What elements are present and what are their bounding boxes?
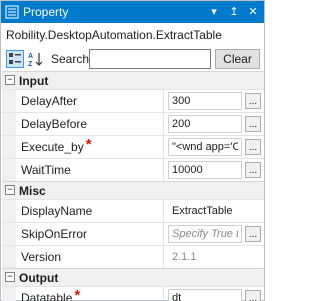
pin-icon[interactable]: ↥ xyxy=(226,3,242,21)
search-label: Search: xyxy=(51,52,93,66)
property-name-text: WaitTime xyxy=(21,163,71,177)
column-divider xyxy=(163,90,164,112)
ellipsis-button[interactable]: ... xyxy=(245,116,261,132)
property-name-text: Datatable xyxy=(21,291,73,301)
collapse-icon[interactable]: − xyxy=(5,185,15,195)
property-panel: Property ▾ ↥ ✕ Robility.DesktopAutomatio… xyxy=(0,0,265,301)
property-row-skiponerror: SkipOnError... xyxy=(2,222,264,245)
category-label: Output xyxy=(19,271,59,285)
property-row-delayafter: DelayAfter... xyxy=(2,89,264,112)
property-row-waittime: WaitTime... xyxy=(2,158,264,181)
categorized-icon xyxy=(9,53,21,64)
category-misc: − Misc xyxy=(2,181,264,199)
row-gutter xyxy=(2,246,16,268)
row-gutter xyxy=(2,136,16,158)
version-field xyxy=(168,248,242,266)
property-name-text: DisplayName xyxy=(21,204,93,218)
property-name-text: Execute_by xyxy=(21,140,84,154)
row-gutter xyxy=(2,223,16,245)
property-name-text: DelayBefore xyxy=(21,117,88,131)
column-divider xyxy=(163,223,164,245)
ellipsis-button[interactable]: ... xyxy=(245,226,261,242)
close-icon[interactable]: ✕ xyxy=(245,3,261,21)
property-toolbar: A Z Search: Clear xyxy=(1,48,264,70)
displayname-field[interactable] xyxy=(168,202,260,220)
property-name: DelayAfter xyxy=(21,94,77,108)
row-gutter xyxy=(2,90,16,112)
column-divider xyxy=(163,200,164,222)
delaybefore-field[interactable] xyxy=(168,115,242,133)
property-name: DelayBefore xyxy=(21,117,87,131)
search-input[interactable] xyxy=(89,49,211,69)
property-row-execute_by: Execute_by*... xyxy=(2,135,264,158)
property-name-text: DelayAfter xyxy=(21,94,78,108)
category-input: − Input xyxy=(2,71,264,89)
property-name: SkipOnError xyxy=(21,227,87,241)
ellipsis-button[interactable]: ... xyxy=(245,162,261,178)
column-divider xyxy=(163,246,164,268)
column-divider xyxy=(163,113,164,135)
category-output: − Output xyxy=(2,268,264,286)
row-gutter xyxy=(2,159,16,181)
property-name-text: Version xyxy=(21,250,62,264)
skiponerror-field[interactable] xyxy=(168,225,242,243)
column-divider xyxy=(163,287,164,301)
svg-text:A: A xyxy=(28,53,33,60)
panel-titlebar: Property ▾ ↥ ✕ xyxy=(1,1,264,23)
property-grid: −InputDelayAfter...DelayBefore...Execute… xyxy=(2,71,264,301)
sort-alphabetical-button[interactable]: A Z xyxy=(27,50,45,68)
property-name-text: SkipOnError xyxy=(21,227,88,241)
property-name: Datatable * xyxy=(21,288,80,301)
property-name: DisplayName xyxy=(21,204,92,218)
collapse-icon[interactable]: − xyxy=(5,75,15,85)
ellipsis-button[interactable]: ... xyxy=(245,93,261,109)
svg-text:Z: Z xyxy=(28,61,33,67)
category-label: Misc xyxy=(19,184,46,198)
property-name: WaitTime xyxy=(21,163,71,177)
panel-title: Property xyxy=(23,5,69,19)
row-gutter xyxy=(2,287,16,301)
row-gutter xyxy=(2,200,16,222)
delayafter-field[interactable] xyxy=(168,92,242,110)
sort-az-icon: A Z xyxy=(28,53,43,67)
required-asterisk: * xyxy=(74,287,81,301)
required-asterisk: * xyxy=(85,136,92,153)
categorized-view-button[interactable] xyxy=(6,50,24,68)
ellipsis-button[interactable]: ... xyxy=(245,290,261,301)
column-divider xyxy=(163,159,164,181)
clear-button[interactable]: Clear xyxy=(215,49,260,69)
property-name: Version xyxy=(21,250,61,264)
category-label: Input xyxy=(19,74,49,88)
ellipsis-button[interactable]: ... xyxy=(245,139,261,155)
property-row-datatable: Datatable*... xyxy=(2,286,264,301)
wrench-icon xyxy=(5,5,19,19)
datatable-field[interactable] xyxy=(168,289,242,301)
activity-type-name: Robility.DesktopAutomation.ExtractTable xyxy=(6,28,222,42)
collapse-icon[interactable]: − xyxy=(5,272,15,282)
execute_by-field[interactable] xyxy=(168,138,242,156)
property-row-delaybefore: DelayBefore... xyxy=(2,112,264,135)
dropdown-menu-icon[interactable]: ▾ xyxy=(206,3,222,21)
property-row-version: Version xyxy=(2,245,264,268)
property-row-displayname: DisplayName xyxy=(2,199,264,222)
waittime-field[interactable] xyxy=(168,161,242,179)
property-name: Execute_by * xyxy=(21,137,92,154)
row-gutter xyxy=(2,113,16,135)
column-divider xyxy=(163,136,164,158)
